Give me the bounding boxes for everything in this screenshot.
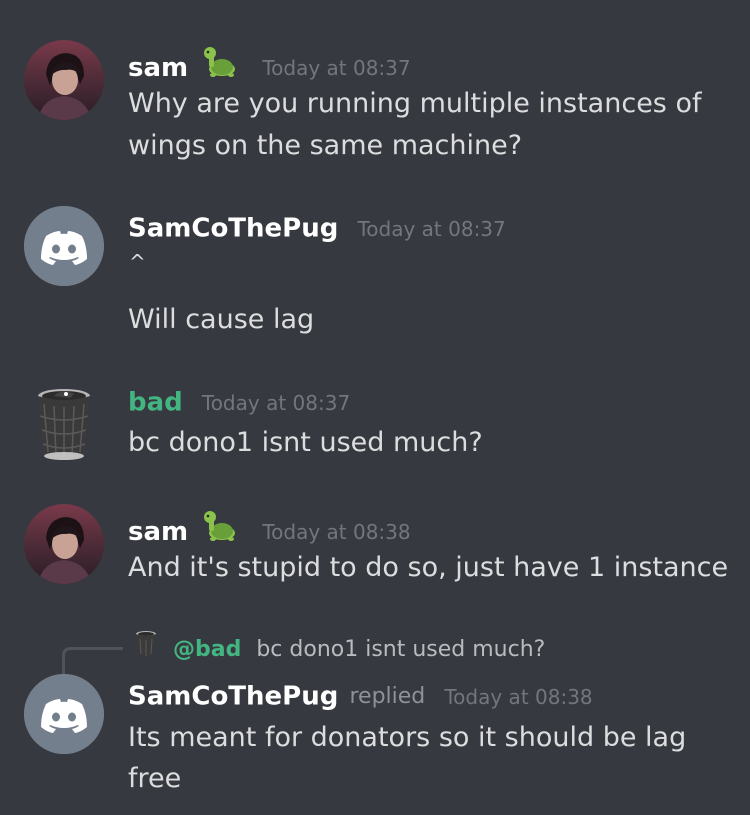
message-text: ^ <box>129 250 146 274</box>
turtle-icon <box>201 509 243 555</box>
message-text: wings on the same machine? <box>128 130 523 161</box>
replied-label: replied <box>349 683 426 709</box>
reply-mention[interactable]: @bad <box>173 637 241 662</box>
message-timestamp: Today at 08:37 <box>262 56 411 80</box>
author-name[interactable]: SamCoThePug <box>128 682 338 712</box>
reply-reference[interactable]: @bad bc dono1 isnt used much? <box>132 629 545 663</box>
discord-default-avatar[interactable] <box>24 674 104 754</box>
message-text: Will cause lag <box>128 304 315 335</box>
author-name[interactable]: SamCoThePug <box>128 214 338 244</box>
message-text: And it's stupid to do so, just have 1 in… <box>128 552 729 583</box>
turtle-icon <box>201 45 243 91</box>
trash-can-icon[interactable] <box>24 382 104 462</box>
discord-default-avatar[interactable] <box>24 206 104 286</box>
message-timestamp: Today at 08:38 <box>444 684 593 709</box>
author-name[interactable]: bad <box>128 388 183 418</box>
message-timestamp: Today at 08:37 <box>201 390 351 415</box>
user-avatar[interactable] <box>24 504 104 584</box>
trash-can-icon <box>132 629 160 670</box>
message-text: free <box>128 763 182 794</box>
message-timestamp: Today at 08:37 <box>357 216 506 241</box>
message-text: bc dono1 isnt used much? <box>128 427 483 458</box>
author-name[interactable]: sam <box>128 517 188 547</box>
reply-snippet[interactable]: bc dono1 isnt used much? <box>256 637 545 662</box>
message-timestamp: Today at 08:38 <box>262 520 411 544</box>
message-text: Why are you running multiple instances o… <box>128 88 702 119</box>
author-name[interactable]: sam <box>128 53 188 83</box>
message-text: Its meant for donators so it should be l… <box>128 722 687 753</box>
reply-connector <box>62 647 123 674</box>
user-avatar[interactable] <box>24 40 104 120</box>
